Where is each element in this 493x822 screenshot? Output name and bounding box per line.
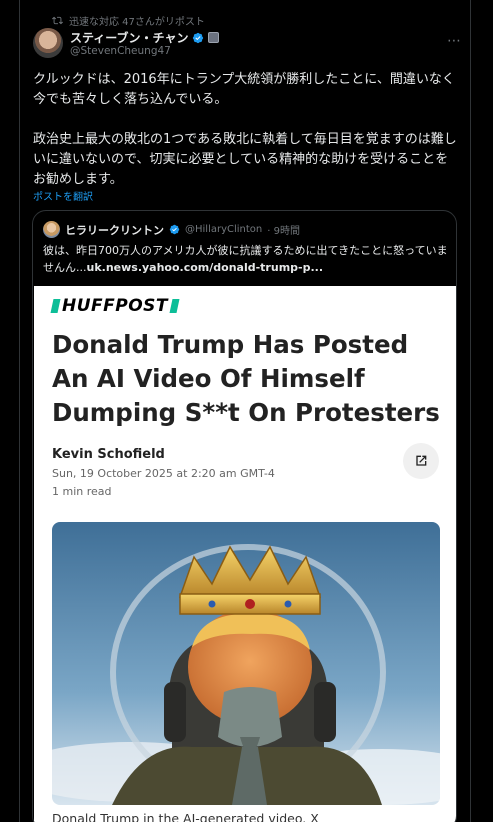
article-read-time: 1 min read xyxy=(52,485,112,498)
article-author: Kevin Schofield xyxy=(52,447,165,462)
quoted-post-text: 彼は、昨日700万人のアメリカ人が彼に抗議するために出てきたことに怒っていません… xyxy=(43,242,453,276)
external-link-icon xyxy=(416,455,427,466)
repost-indicator[interactable]: 迅速な対応 47さんがリポスト xyxy=(52,13,205,28)
author-name-row: スティーブン・チャン xyxy=(70,29,220,46)
quoted-author-name: ヒラリークリントン xyxy=(65,223,164,237)
article-date: Sun, 19 October 2025 at 2:20 am GMT-4 xyxy=(52,467,275,480)
logo-bar-right xyxy=(169,299,180,313)
translate-post-link[interactable]: ポストを翻訳 xyxy=(33,188,93,203)
image-caption: Donald Trump in the AI-generated video. … xyxy=(52,811,319,822)
verified-badge-icon xyxy=(169,224,180,235)
quoted-avatar xyxy=(43,221,60,238)
verified-badge-icon xyxy=(193,32,204,43)
huffpost-logo: HUFFPOST xyxy=(50,296,180,316)
article-card[interactable]: HUFFPOST Donald Trump Has Posted An AI V… xyxy=(34,286,456,822)
avatar[interactable] xyxy=(33,28,63,58)
affiliate-badge-icon xyxy=(208,32,220,43)
author-handle[interactable]: @StevenCheung47 xyxy=(70,45,171,57)
quoted-timestamp: · 9時間 xyxy=(267,226,300,237)
post-text: クルックドは、2016年にトランプ大統領が勝利したことに、間違いなく今でも苦々し… xyxy=(33,72,457,187)
article-image xyxy=(52,522,440,805)
quoted-author-handle: @HillaryClinton xyxy=(185,224,263,235)
quoted-post[interactable]: ヒラリークリントン @HillaryClinton · 9時間 彼は、昨日700… xyxy=(32,210,457,822)
publisher-name: HUFFPOST xyxy=(62,296,169,316)
article-headline: Donald Trump Has Posted An AI Video Of H… xyxy=(52,330,440,427)
quoted-link[interactable]: uk.news.yahoo.com/donald-trump-p... xyxy=(87,261,324,274)
repost-label: 迅速な対応 47さんがリポスト xyxy=(69,17,205,28)
more-options-icon[interactable]: ⋯ xyxy=(447,33,461,49)
author-name[interactable]: スティーブン・チャン xyxy=(70,29,188,46)
article-illustration xyxy=(52,522,440,805)
logo-bar-left xyxy=(50,299,61,313)
repost-icon xyxy=(52,16,63,25)
quoted-post-header: ヒラリークリントン @HillaryClinton · 9時間 xyxy=(43,221,300,238)
share-button[interactable] xyxy=(403,443,439,479)
